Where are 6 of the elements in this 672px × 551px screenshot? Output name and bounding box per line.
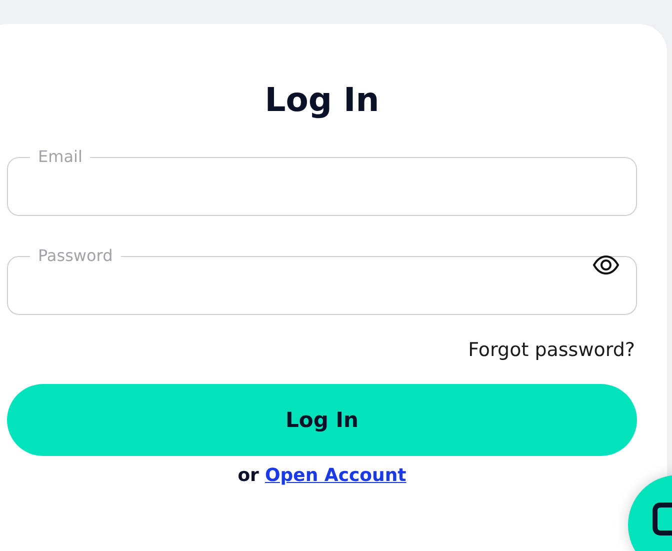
- or-text: or: [238, 464, 259, 488]
- open-account-link[interactable]: Open Account: [264, 464, 406, 488]
- eye-icon[interactable]: [592, 255, 620, 275]
- page-title: Log In: [264, 79, 380, 121]
- login-button[interactable]: Log In: [7, 384, 637, 456]
- forgot-password-link[interactable]: Forgot password?: [468, 338, 635, 362]
